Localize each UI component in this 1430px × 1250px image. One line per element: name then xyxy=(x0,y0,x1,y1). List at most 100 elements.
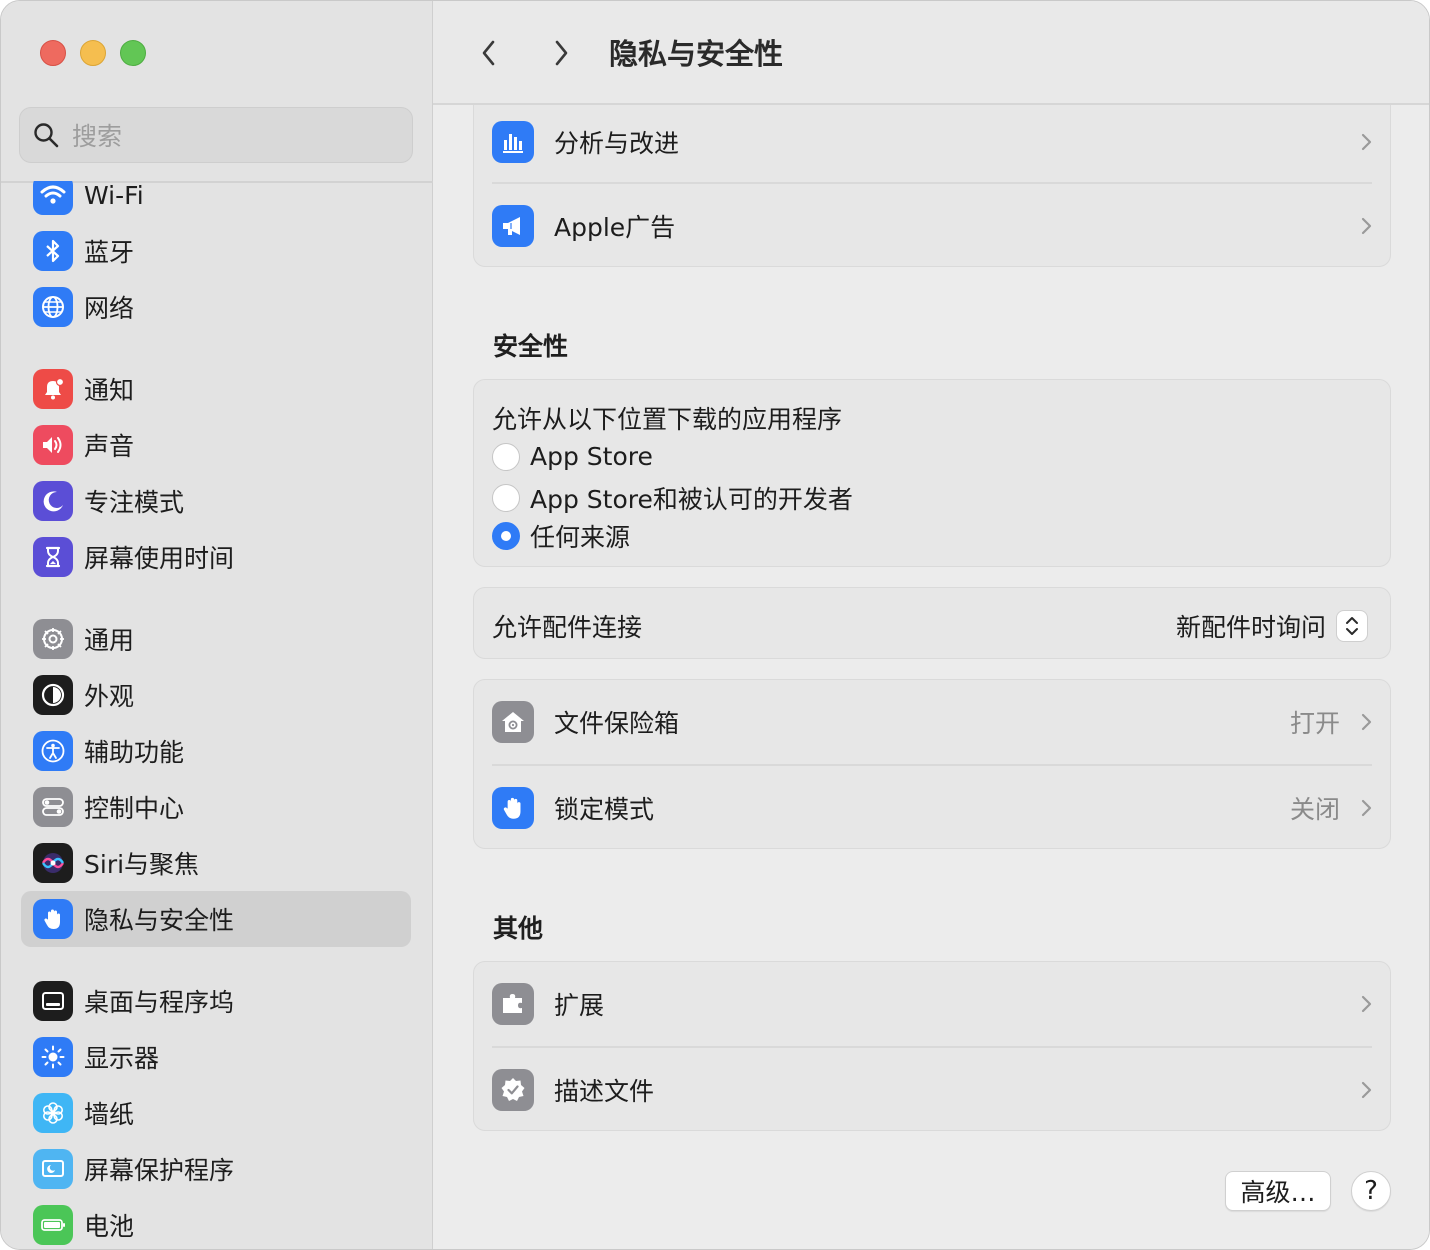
hourglass-icon xyxy=(33,537,73,577)
bluetooth-icon xyxy=(33,231,73,271)
others-heading: 其他 xyxy=(493,914,544,943)
sidebar-item-siri[interactable]: Siri与聚焦 xyxy=(21,835,411,891)
sidebar-item-general[interactable]: 通用 xyxy=(21,611,411,667)
sidebar-item-label: 通用 xyxy=(84,626,135,655)
sidebar-item-label: 屏幕使用时间 xyxy=(84,544,235,573)
vault-icon xyxy=(492,701,534,743)
sidebar-item-wallpaper[interactable]: 墙纸 xyxy=(21,1085,411,1141)
forward-button[interactable] xyxy=(541,31,581,75)
sidebar-item-label: 桌面与程序坞 xyxy=(84,988,235,1017)
filevault-row[interactable]: 文件保险箱 打开 xyxy=(474,696,1392,748)
content-pane: 分析与改进 Apple广告 隐私与安全性 安全性 允许从以下位置下载的应用程序 … xyxy=(433,1,1429,1249)
toolbar: 隐私与安全性 xyxy=(433,1,1429,105)
sidebar-item-control-center[interactable]: 控制中心 xyxy=(21,779,411,835)
sidebar-item-displays[interactable]: 显示器 xyxy=(21,1029,411,1085)
radio-anywhere[interactable]: 任何来源 xyxy=(492,518,630,554)
privacy-card: 分析与改进 Apple广告 xyxy=(473,81,1391,267)
row-label: 锁定模式 xyxy=(554,795,655,824)
screensaver-icon xyxy=(33,1149,73,1189)
globe-icon xyxy=(33,287,73,327)
popup-value: 新配件时询问 xyxy=(1175,613,1326,642)
toggles-icon xyxy=(33,787,73,827)
chevron-right-icon xyxy=(1361,995,1372,1013)
extensions-row[interactable]: 扩展 xyxy=(474,978,1392,1030)
others-card: 扩展 描述文件 xyxy=(473,961,1391,1131)
battery-icon xyxy=(33,1205,73,1245)
sidebar-item-screen-time[interactable]: 屏幕使用时间 xyxy=(21,529,411,585)
accessory-popup[interactable]: 新配件时询问 xyxy=(1176,608,1368,644)
minimize-window-button[interactable] xyxy=(80,40,106,66)
moon-icon xyxy=(33,481,73,521)
sidebar-item-label: 屏幕保护程序 xyxy=(84,1156,235,1185)
sidebar-item-desktop-dock[interactable]: 桌面与程序坞 xyxy=(21,973,411,1029)
page-title: 隐私与安全性 xyxy=(609,37,784,71)
chevron-right-icon xyxy=(1361,799,1372,817)
radio-app-store-developers[interactable]: App Store和被认可的开发者 xyxy=(492,480,853,516)
sidebar-item-wifi[interactable]: Wi-Fi xyxy=(21,181,411,223)
sidebar-item-label: 显示器 xyxy=(84,1044,160,1073)
row-label: 文件保险箱 xyxy=(554,709,680,738)
sidebar-item-privacy-security[interactable]: 隐私与安全性 xyxy=(21,891,411,947)
zoom-window-button[interactable] xyxy=(120,40,146,66)
sidebar-item-battery[interactable]: 电池 xyxy=(21,1197,411,1249)
chevron-left-icon xyxy=(482,40,495,66)
search-field[interactable]: 搜索 xyxy=(19,107,413,163)
sidebar-item-notifications[interactable]: 通知 xyxy=(21,361,411,417)
row-separator xyxy=(492,182,1372,184)
sidebar-item-label: 隐私与安全性 xyxy=(84,906,235,935)
help-button[interactable]: ? xyxy=(1351,1171,1391,1211)
row-label: 描述文件 xyxy=(554,1077,655,1106)
security-heading: 安全性 xyxy=(493,332,569,361)
wifi-icon xyxy=(33,181,73,215)
radio-button[interactable] xyxy=(492,484,520,512)
sidebar: 搜索 Wi-Fi 蓝牙 网络 通知 声音 专注模式 屏幕使用时间 通用 外观 辅… xyxy=(1,1,433,1249)
accessory-card: 允许配件连接 新配件时询问 xyxy=(473,587,1391,659)
chart-bars-icon xyxy=(492,121,534,163)
accessory-label: 允许配件连接 xyxy=(492,613,643,642)
row-separator xyxy=(492,764,1372,766)
sidebar-item-screensaver[interactable]: 屏幕保护程序 xyxy=(21,1141,411,1197)
radio-button-selected[interactable] xyxy=(492,522,520,550)
sidebar-item-appearance[interactable]: 外观 xyxy=(21,667,411,723)
profiles-row[interactable]: 描述文件 xyxy=(474,1064,1392,1116)
appearance-icon xyxy=(33,675,73,715)
sidebar-item-bluetooth[interactable]: 蓝牙 xyxy=(21,223,411,279)
row-label: 分析与改进 xyxy=(554,129,680,158)
sidebar-item-label: Siri与聚焦 xyxy=(84,850,200,879)
chevron-right-icon xyxy=(1361,217,1372,235)
apple-ads-row[interactable]: Apple广告 xyxy=(474,200,1392,252)
back-button[interactable] xyxy=(469,31,509,75)
downloads-card: 允许从以下位置下载的应用程序 App Store App Store和被认可的开… xyxy=(473,379,1391,567)
radio-label: 任何来源 xyxy=(530,523,631,552)
accessibility-icon xyxy=(33,731,73,771)
sidebar-item-label: Wi-Fi xyxy=(84,181,144,210)
sidebar-item-label: 声音 xyxy=(84,432,135,461)
sidebar-item-label: 蓝牙 xyxy=(84,238,135,267)
speaker-icon xyxy=(33,425,73,465)
chevron-right-icon xyxy=(1361,713,1372,731)
radio-app-store[interactable]: App Store xyxy=(492,442,653,471)
bell-icon xyxy=(33,369,73,409)
sun-icon xyxy=(33,1037,73,1077)
close-window-button[interactable] xyxy=(40,40,66,66)
sidebar-item-sound[interactable]: 声音 xyxy=(21,417,411,473)
radio-label: App Store和被认可的开发者 xyxy=(530,485,853,514)
sidebar-item-accessibility[interactable]: 辅助功能 xyxy=(21,723,411,779)
siri-icon xyxy=(33,843,73,883)
row-status: 打开 xyxy=(1289,709,1340,738)
lockdown-row[interactable]: 锁定模式 关闭 xyxy=(474,782,1392,834)
sidebar-item-label: 墙纸 xyxy=(84,1100,135,1129)
sidebar-item-label: 外观 xyxy=(84,682,135,711)
flower-icon xyxy=(33,1093,73,1133)
downloads-label: 允许从以下位置下载的应用程序 xyxy=(492,405,843,434)
analytics-row[interactable]: 分析与改进 xyxy=(474,116,1392,168)
chevron-right-icon xyxy=(555,40,568,66)
row-label: Apple广告 xyxy=(554,213,676,242)
settings-window: 搜索 Wi-Fi 蓝牙 网络 通知 声音 专注模式 屏幕使用时间 通用 外观 辅… xyxy=(0,0,1430,1250)
sidebar-list: Wi-Fi 蓝牙 网络 通知 声音 专注模式 屏幕使用时间 通用 外观 辅助功能… xyxy=(1,181,433,1249)
row-separator xyxy=(492,1046,1372,1048)
sidebar-item-network[interactable]: 网络 xyxy=(21,279,411,335)
radio-button[interactable] xyxy=(492,442,520,471)
advanced-button[interactable]: 高级… xyxy=(1225,1171,1331,1211)
sidebar-item-focus[interactable]: 专注模式 xyxy=(21,473,411,529)
